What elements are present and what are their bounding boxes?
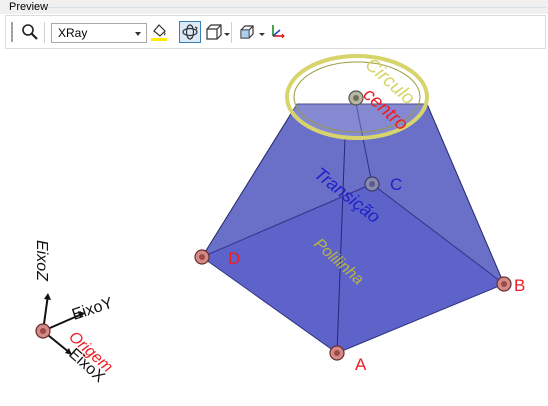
3d-viewport[interactable]: Circulo centro Transição Polilinha A B C… bbox=[5, 49, 546, 406]
scene-canvas: Circulo centro Transição Polilinha A B C… bbox=[33, 54, 525, 386]
point-a-label: A bbox=[355, 355, 367, 374]
point-d-label: D bbox=[228, 249, 240, 268]
axis-z-label: EixoZ bbox=[33, 240, 50, 282]
axis-y-label: EixoY bbox=[70, 295, 115, 324]
point-b-label: B bbox=[514, 276, 525, 295]
point-c-label: C bbox=[390, 175, 402, 194]
